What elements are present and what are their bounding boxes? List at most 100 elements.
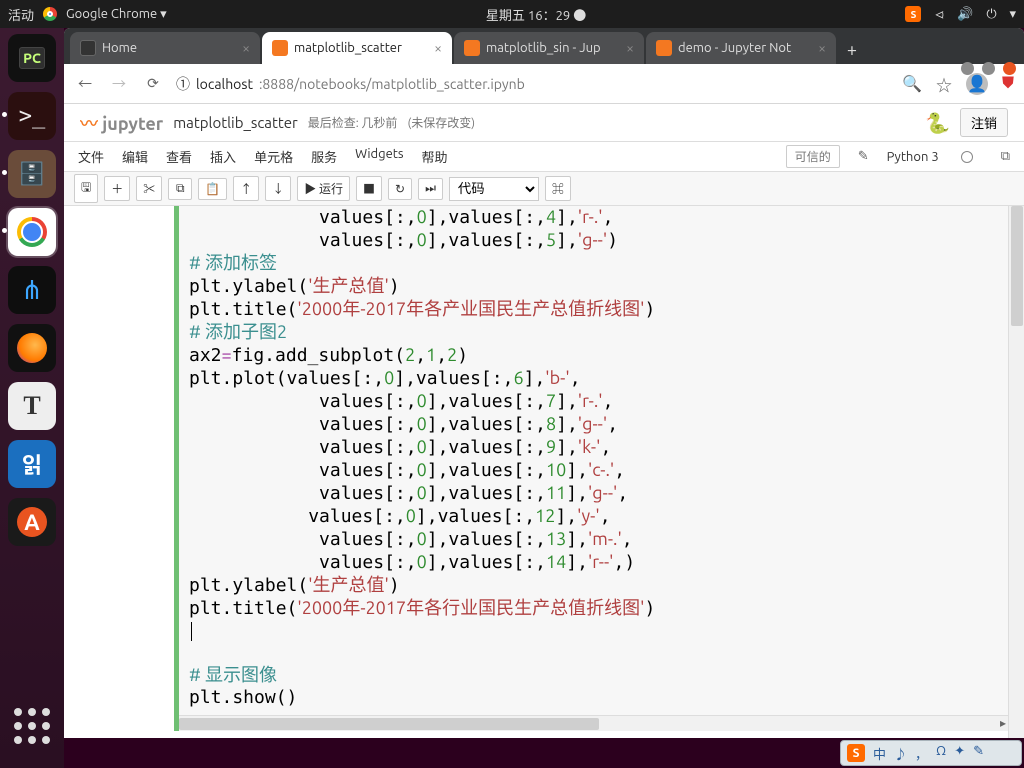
move-down-button[interactable]: ↓ bbox=[265, 176, 291, 201]
ime-tool-icon[interactable]: ✦ bbox=[954, 744, 965, 763]
ime-tool-icon[interactable]: Ω bbox=[936, 744, 946, 763]
launcher-software-updater[interactable]: A bbox=[8, 498, 56, 546]
output-chart-title: 2000年-2017年各产业国民生产总值折线图 bbox=[174, 737, 1004, 738]
tab-title: matplotlib_scatter bbox=[294, 41, 402, 55]
jupyter-header: 〰 jupyter matplotlib_scatter 最后检查: 几秒前 (… bbox=[64, 104, 1024, 142]
tab-close-icon[interactable]: × bbox=[434, 40, 442, 56]
launcher-firefox[interactable] bbox=[8, 324, 56, 372]
menu-item[interactable]: 编辑 bbox=[122, 147, 148, 166]
new-tab-button[interactable]: + bbox=[838, 36, 866, 64]
activities-button[interactable]: 活动 bbox=[8, 5, 34, 24]
nav-reload-button[interactable]: ⟳ bbox=[142, 75, 164, 92]
url-path: :8888/notebooks/matplotlib_scatter.ipynb bbox=[259, 76, 525, 92]
window-minimize-button[interactable] bbox=[961, 62, 974, 75]
launcher-texteditor[interactable]: T bbox=[8, 382, 56, 430]
chrome-icon bbox=[42, 6, 58, 22]
jupyter-logo[interactable]: 〰 jupyter bbox=[80, 110, 163, 136]
site-info-icon[interactable]: ① bbox=[176, 74, 190, 94]
jupyter-menubar: 文件编辑查看插入单元格服务 Widgets 帮助 可信的 ✎ Python 3 ⧉ bbox=[64, 142, 1024, 172]
trusted-indicator[interactable]: 可信的 bbox=[786, 145, 840, 168]
browser-tab[interactable]: matplotlib_scatter × bbox=[262, 32, 452, 64]
run-button[interactable]: ▶ 运行 bbox=[297, 176, 350, 201]
system-menu-caret-icon[interactable]: ▾ bbox=[1009, 7, 1016, 22]
nav-forward-button[interactable]: → bbox=[108, 74, 130, 94]
ubuntu-launcher: PC >_ 🗄️ ⋔ T 읽 A bbox=[0, 28, 64, 768]
page-vertical-scrollbar[interactable] bbox=[1008, 206, 1024, 738]
profile-avatar-icon[interactable]: 👤 bbox=[966, 73, 988, 95]
menu-item[interactable]: 帮助 bbox=[422, 147, 448, 166]
logout-button[interactable]: 注销 bbox=[960, 108, 1008, 137]
ime-tool-icon[interactable]: ， bbox=[915, 744, 928, 763]
kernel-status-icon bbox=[961, 151, 973, 163]
ime-toolbar[interactable]: S 中 ♪ ， Ω ✦ ✎ bbox=[840, 740, 1022, 766]
menu-item[interactable]: 文件 bbox=[78, 147, 104, 166]
launcher-chrome[interactable] bbox=[8, 208, 56, 256]
move-up-button[interactable]: ↑ bbox=[233, 176, 259, 201]
menu-item[interactable]: 查看 bbox=[166, 147, 192, 166]
cell-horizontal-scrollbar[interactable]: ▸ bbox=[179, 715, 1008, 731]
code-cell[interactable]: values[:,0],values[:,4],'r-.', values[:,… bbox=[174, 206, 1008, 731]
interrupt-button[interactable]: ■ bbox=[356, 176, 382, 201]
chrome-toolbar: ← → ⟳ ① localhost :8888/notebooks/matplot… bbox=[64, 64, 1024, 104]
tab-title: matplotlib_sin - Jup bbox=[486, 41, 601, 55]
ime-lang-label[interactable]: 中 bbox=[873, 744, 886, 763]
chrome-tabstrip: Home×matplotlib_scatter×matplotlib_sin -… bbox=[64, 28, 1024, 64]
celltype-select[interactable]: 代码 bbox=[449, 177, 539, 201]
restart-run-all-button[interactable]: ⏭ bbox=[418, 178, 443, 200]
clock-label[interactable]: 星期五 16：29 ● bbox=[486, 9, 586, 23]
ublock-icon[interactable]: ⛊ bbox=[1002, 74, 1014, 93]
notebook-area[interactable]: values[:,0],values[:,4],'r-.', values[:,… bbox=[64, 206, 1008, 738]
code-editor[interactable]: values[:,0],values[:,4],'r-.', values[:,… bbox=[179, 206, 1008, 713]
tab-close-icon[interactable]: × bbox=[242, 40, 250, 56]
edit-mode-icon[interactable]: ✎ bbox=[858, 149, 869, 164]
menu-item[interactable]: 单元格 bbox=[254, 147, 293, 166]
tab-favicon bbox=[272, 40, 288, 56]
menu-item[interactable]: Widgets bbox=[355, 147, 403, 166]
jupyter-toolbar: 🖫 ＋ ✂ ⧉ 📋 ↑ ↓ ▶ 运行 ■ ↻ ⏭ 代码 ⌘ bbox=[64, 172, 1024, 206]
window-maximize-button[interactable] bbox=[982, 62, 995, 75]
menu-item[interactable]: 插入 bbox=[210, 147, 236, 166]
browser-tab[interactable]: demo - Jupyter Not× bbox=[646, 32, 836, 64]
restart-button[interactable]: ↻ bbox=[388, 178, 412, 200]
volume-icon[interactable]: 🔊 bbox=[957, 6, 973, 22]
paste-button[interactable]: 📋 bbox=[198, 178, 227, 200]
launcher-files[interactable]: 🗄️ bbox=[8, 150, 56, 198]
cut-button[interactable]: ✂ bbox=[136, 176, 162, 201]
autosave-label: (未保存改变) bbox=[407, 114, 475, 131]
url-host: localhost bbox=[196, 76, 253, 92]
browser-tab[interactable]: matplotlib_sin - Jup × bbox=[454, 32, 644, 64]
command-palette-button[interactable]: ⌘ bbox=[545, 176, 571, 201]
tab-close-icon[interactable]: × bbox=[818, 40, 826, 56]
ime-indicator-icon[interactable]: S bbox=[905, 6, 921, 22]
power-icon[interactable]: ⏻ bbox=[983, 6, 999, 22]
tab-title: Home bbox=[102, 41, 137, 55]
open-outline-icon[interactable]: ⧉ bbox=[1001, 149, 1010, 164]
kernel-name[interactable]: Python 3 bbox=[887, 150, 939, 164]
notebook-name[interactable]: matplotlib_scatter bbox=[173, 114, 298, 131]
search-icon[interactable]: 🔍 bbox=[902, 74, 922, 93]
launcher-terminal[interactable]: >_ bbox=[8, 92, 56, 140]
nav-back-button[interactable]: ← bbox=[74, 74, 96, 94]
network-icon[interactable]: ⏿ bbox=[931, 6, 947, 22]
copy-button[interactable]: ⧉ bbox=[168, 178, 192, 200]
active-app-label[interactable]: Google Chrome ▾ bbox=[66, 7, 167, 22]
address-bar[interactable]: ① localhost :8888/notebooks/matplotlib_sc… bbox=[176, 74, 890, 94]
tab-close-icon[interactable]: × bbox=[626, 40, 634, 56]
tab-favicon bbox=[656, 40, 672, 56]
browser-tab[interactable]: Home × bbox=[70, 32, 260, 64]
launcher-vscode[interactable]: ⋔ bbox=[8, 266, 56, 314]
chrome-window: Home×matplotlib_scatter×matplotlib_sin -… bbox=[64, 28, 1024, 738]
launcher-show-apps[interactable] bbox=[8, 702, 56, 750]
python-logo-icon: 🐍 bbox=[925, 111, 950, 135]
insert-cell-button[interactable]: ＋ bbox=[104, 176, 130, 201]
launcher-app-generic[interactable]: 읽 bbox=[8, 440, 56, 488]
window-close-button[interactable] bbox=[1003, 62, 1016, 75]
ime-tool-icon[interactable]: ✎ bbox=[973, 744, 984, 763]
bookmark-star-icon[interactable]: ☆ bbox=[936, 72, 952, 96]
sogou-icon[interactable]: S bbox=[847, 744, 865, 762]
tab-favicon bbox=[464, 40, 480, 56]
save-button[interactable]: 🖫 bbox=[74, 174, 98, 203]
ime-tool-icon[interactable]: ♪ bbox=[894, 744, 907, 763]
menu-item[interactable]: 服务 bbox=[311, 147, 337, 166]
launcher-pycharm[interactable]: PC bbox=[8, 34, 56, 82]
